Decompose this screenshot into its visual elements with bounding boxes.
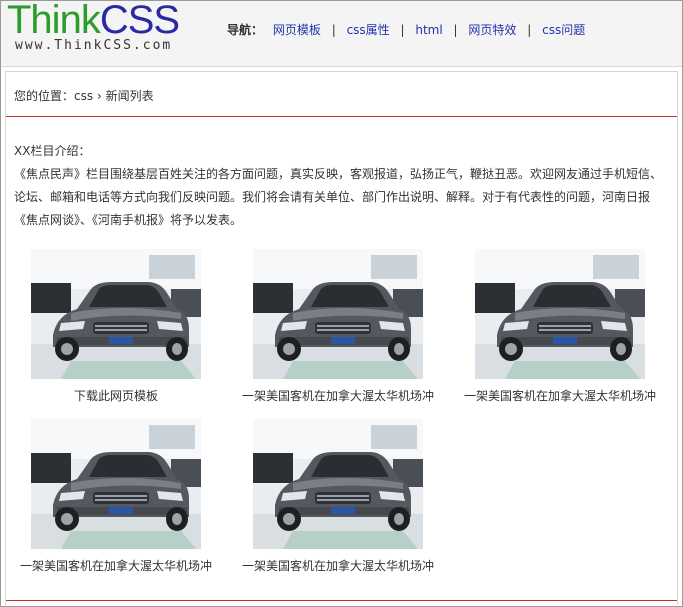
nav-separator: |: [331, 23, 336, 37]
car-photo: [31, 419, 201, 549]
content-panel: 您的位置：css › 新闻列表 XX栏目介绍： 《焦点民声》栏目围绕基层百姓关注…: [5, 71, 678, 605]
logo-think: Think: [7, 0, 101, 42]
nav-label: 导航：: [227, 23, 264, 37]
car-photo: [253, 419, 423, 549]
intro-title: XX栏目介绍：: [14, 144, 91, 158]
logo-css: CSS: [99, 0, 180, 42]
logo-subtitle: www.ThinkCSS.com: [15, 38, 173, 53]
gallery-caption[interactable]: 一架美国客机在加拿大渥太华机场冲: [238, 557, 438, 574]
gallery-item[interactable]: 一架美国客机在加拿大渥太华机场冲: [238, 419, 438, 574]
nav-item-css-issues[interactable]: css问题: [542, 23, 585, 37]
nav-separator: |: [400, 23, 405, 37]
bottom-divider: [6, 600, 677, 601]
logo-wordmark: ThinkCSS: [7, 0, 180, 42]
site-header: ThinkCSS www.ThinkCSS.com 导航： 网页模板 | css…: [1, 0, 682, 67]
car-photo: [253, 249, 423, 379]
car-photo-thumbnail[interactable]: [253, 249, 423, 379]
nav-separator: |: [527, 23, 532, 37]
car-photo-thumbnail[interactable]: [31, 249, 201, 379]
gallery-caption[interactable]: 下载此网页模板: [16, 387, 216, 404]
site-logo[interactable]: ThinkCSS www.ThinkCSS.com: [7, 0, 180, 53]
gallery-caption[interactable]: 一架美国客机在加拿大渥太华机场冲: [238, 387, 438, 404]
gallery-caption[interactable]: 一架美国客机在加拿大渥太华机场冲: [16, 557, 216, 574]
breadcrumb-current: 新闻列表: [105, 89, 154, 103]
car-photo-thumbnail[interactable]: [475, 249, 645, 379]
gallery-item[interactable]: 一架美国客机在加拿大渥太华机场冲: [16, 419, 216, 574]
breadcrumb-arrow: ›: [96, 89, 102, 103]
nav-item-effects[interactable]: 网页特效: [468, 23, 516, 37]
gallery-item[interactable]: 一架美国客机在加拿大渥太华机场冲: [238, 249, 438, 404]
main-nav: 导航： 网页模板 | css属性 | html | 网页特效 | css问题: [227, 21, 585, 38]
nav-item-css-properties[interactable]: css属性: [347, 23, 390, 37]
gallery-item[interactable]: 下载此网页模板: [16, 249, 216, 404]
nav-separator: |: [453, 23, 458, 37]
breadcrumb-section-link[interactable]: css: [74, 89, 93, 103]
car-photo-thumbnail[interactable]: [253, 419, 423, 549]
nav-item-html[interactable]: html: [415, 23, 442, 37]
car-photo: [31, 249, 201, 379]
column-intro: XX栏目介绍： 《焦点民声》栏目围绕基层百姓关注的各方面问题，真实反映，客观报道…: [14, 140, 669, 232]
breadcrumb-prefix: 您的位置：: [14, 89, 75, 103]
gallery-caption[interactable]: 一架美国客机在加拿大渥太华机场冲: [460, 387, 660, 404]
breadcrumb-divider: [6, 116, 677, 117]
gallery-item[interactable]: 一架美国客机在加拿大渥太华机场冲: [460, 249, 660, 404]
intro-body: 《焦点民声》栏目围绕基层百姓关注的各方面问题，真实反映，客观报道，弘扬正气，鞭挞…: [14, 167, 663, 227]
car-photo-thumbnail[interactable]: [31, 419, 201, 549]
nav-item-templates[interactable]: 网页模板: [273, 23, 321, 37]
car-photo: [475, 249, 645, 379]
breadcrumb: 您的位置：css › 新闻列表: [14, 87, 154, 104]
